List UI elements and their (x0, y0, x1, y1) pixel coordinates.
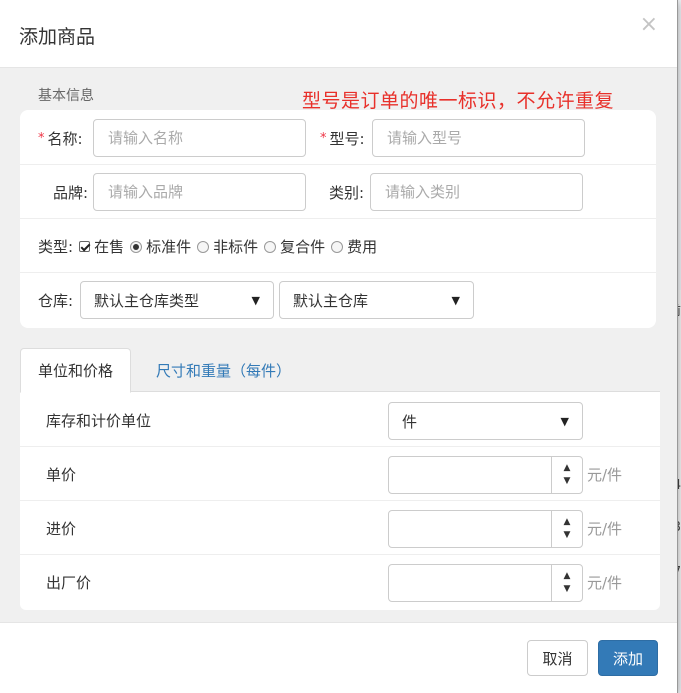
caret-down-icon: ▼ (560, 414, 569, 428)
brand-label: 品牌: (53, 184, 89, 202)
number-spinner[interactable]: ▲ ▼ (551, 511, 582, 547)
type-radio-nonstandard[interactable] (197, 240, 210, 253)
modal-body: 基本信息 型号是订单的唯一标识，不允许重复 *名称: *型号: 品牌: 类别: … (0, 68, 677, 622)
add-product-modal: 添加商品 × 基本信息 型号是订单的唯一标识，不允许重复 *名称: *型号: 品… (0, 0, 678, 693)
unit-price-label: 单价 (46, 466, 77, 484)
type-radio-label: 费用 (347, 238, 378, 256)
model-unique-hint: 型号是订单的唯一标识，不允许重复 (302, 90, 615, 112)
row-divider (20, 272, 656, 273)
close-icon[interactable]: × (640, 14, 658, 36)
row-divider (20, 554, 660, 555)
type-radio-standard[interactable] (130, 240, 143, 253)
basic-info-card: *名称: *型号: 品牌: 类别: 类型: 在售 标准件 非标件 (20, 110, 656, 328)
purchase-price-input[interactable]: ▲ ▼ (388, 510, 583, 548)
caret-down-icon: ▼ (251, 293, 260, 307)
caret-down-icon: ▼ (451, 293, 460, 307)
on-sale-checkbox[interactable] (79, 241, 91, 252)
unit-price-input[interactable]: ▲ ▼ (388, 456, 583, 494)
unit-price-unit: 元/件 (587, 466, 623, 484)
warehouse-type-value: 默认主仓库类型 (94, 291, 200, 310)
spin-up-icon[interactable]: ▲ (564, 516, 571, 529)
number-spinner[interactable]: ▲ ▼ (551, 565, 582, 601)
warehouse-type-select[interactable]: 默认主仓库类型 ▼ (80, 281, 274, 319)
type-radio-label: 标准件 (146, 238, 192, 256)
type-radio-composite[interactable] (264, 240, 277, 253)
tab-size-weight[interactable]: 尺寸和重量（每件） (139, 348, 308, 393)
warehouse-label: 仓库: (38, 292, 74, 310)
on-sale-label: 在售 (94, 238, 125, 256)
cancel-button[interactable]: 取消 (527, 640, 588, 676)
spin-down-icon[interactable]: ▼ (564, 529, 571, 542)
spin-down-icon[interactable]: ▼ (564, 583, 571, 596)
model-label-text: 型号: (329, 130, 365, 148)
stock-unit-label: 库存和计价单位 (46, 412, 152, 430)
modal-header: 添加商品 × (0, 0, 677, 68)
name-input[interactable] (93, 119, 306, 157)
brand-input[interactable] (93, 173, 306, 211)
modal-footer: 取消 添加 (0, 622, 677, 693)
name-label-text: 名称: (47, 130, 83, 148)
spin-up-icon[interactable]: ▲ (564, 570, 571, 583)
category-input[interactable] (370, 173, 583, 211)
warehouse-value: 默认主仓库 (293, 291, 369, 310)
type-radio-label: 复合件 (280, 238, 326, 256)
row-divider (20, 446, 660, 447)
factory-price-input[interactable]: ▲ ▼ (388, 564, 583, 602)
warehouse-select[interactable]: 默认主仓库 ▼ (279, 281, 474, 319)
name-label: * 名称: (38, 128, 83, 149)
number-spinner[interactable]: ▲ ▼ (551, 457, 582, 493)
required-mark: * (320, 131, 327, 146)
purchase-price-label: 进价 (46, 520, 77, 538)
tab-bar: 单位和价格 尺寸和重量（每件） (20, 348, 660, 393)
spin-up-icon[interactable]: ▲ (564, 462, 571, 475)
row-divider (20, 164, 656, 165)
tab-panel: 单位和价格 尺寸和重量（每件） 库存和计价单位 件 ▼ 单价 ▲ ▼ 元/件 进价… (20, 348, 660, 610)
spin-down-icon[interactable]: ▼ (564, 475, 571, 488)
stock-unit-select[interactable]: 件 ▼ (388, 402, 583, 440)
purchase-price-unit: 元/件 (587, 520, 623, 538)
row-divider (20, 218, 656, 219)
model-label: * 型号: (320, 128, 365, 149)
factory-price-unit: 元/件 (587, 574, 623, 592)
tab-unit-price[interactable]: 单位和价格 (20, 348, 132, 393)
type-options: 类型: 在售 标准件 非标件 复合件 费用 (38, 236, 377, 257)
section-title-basic-info: 基本信息 (38, 88, 94, 104)
type-radio-expense[interactable] (331, 240, 344, 253)
modal-title: 添加商品 (19, 26, 96, 48)
type-radio-label: 非标件 (213, 238, 259, 256)
factory-price-label: 出厂价 (46, 574, 92, 592)
category-label: 类别: (329, 184, 365, 202)
required-mark: * (38, 131, 45, 146)
add-button[interactable]: 添加 (598, 640, 658, 676)
model-input[interactable] (372, 119, 585, 157)
row-divider (20, 500, 660, 501)
type-label: 类型: (38, 238, 74, 256)
stock-unit-value: 件 (402, 412, 418, 431)
